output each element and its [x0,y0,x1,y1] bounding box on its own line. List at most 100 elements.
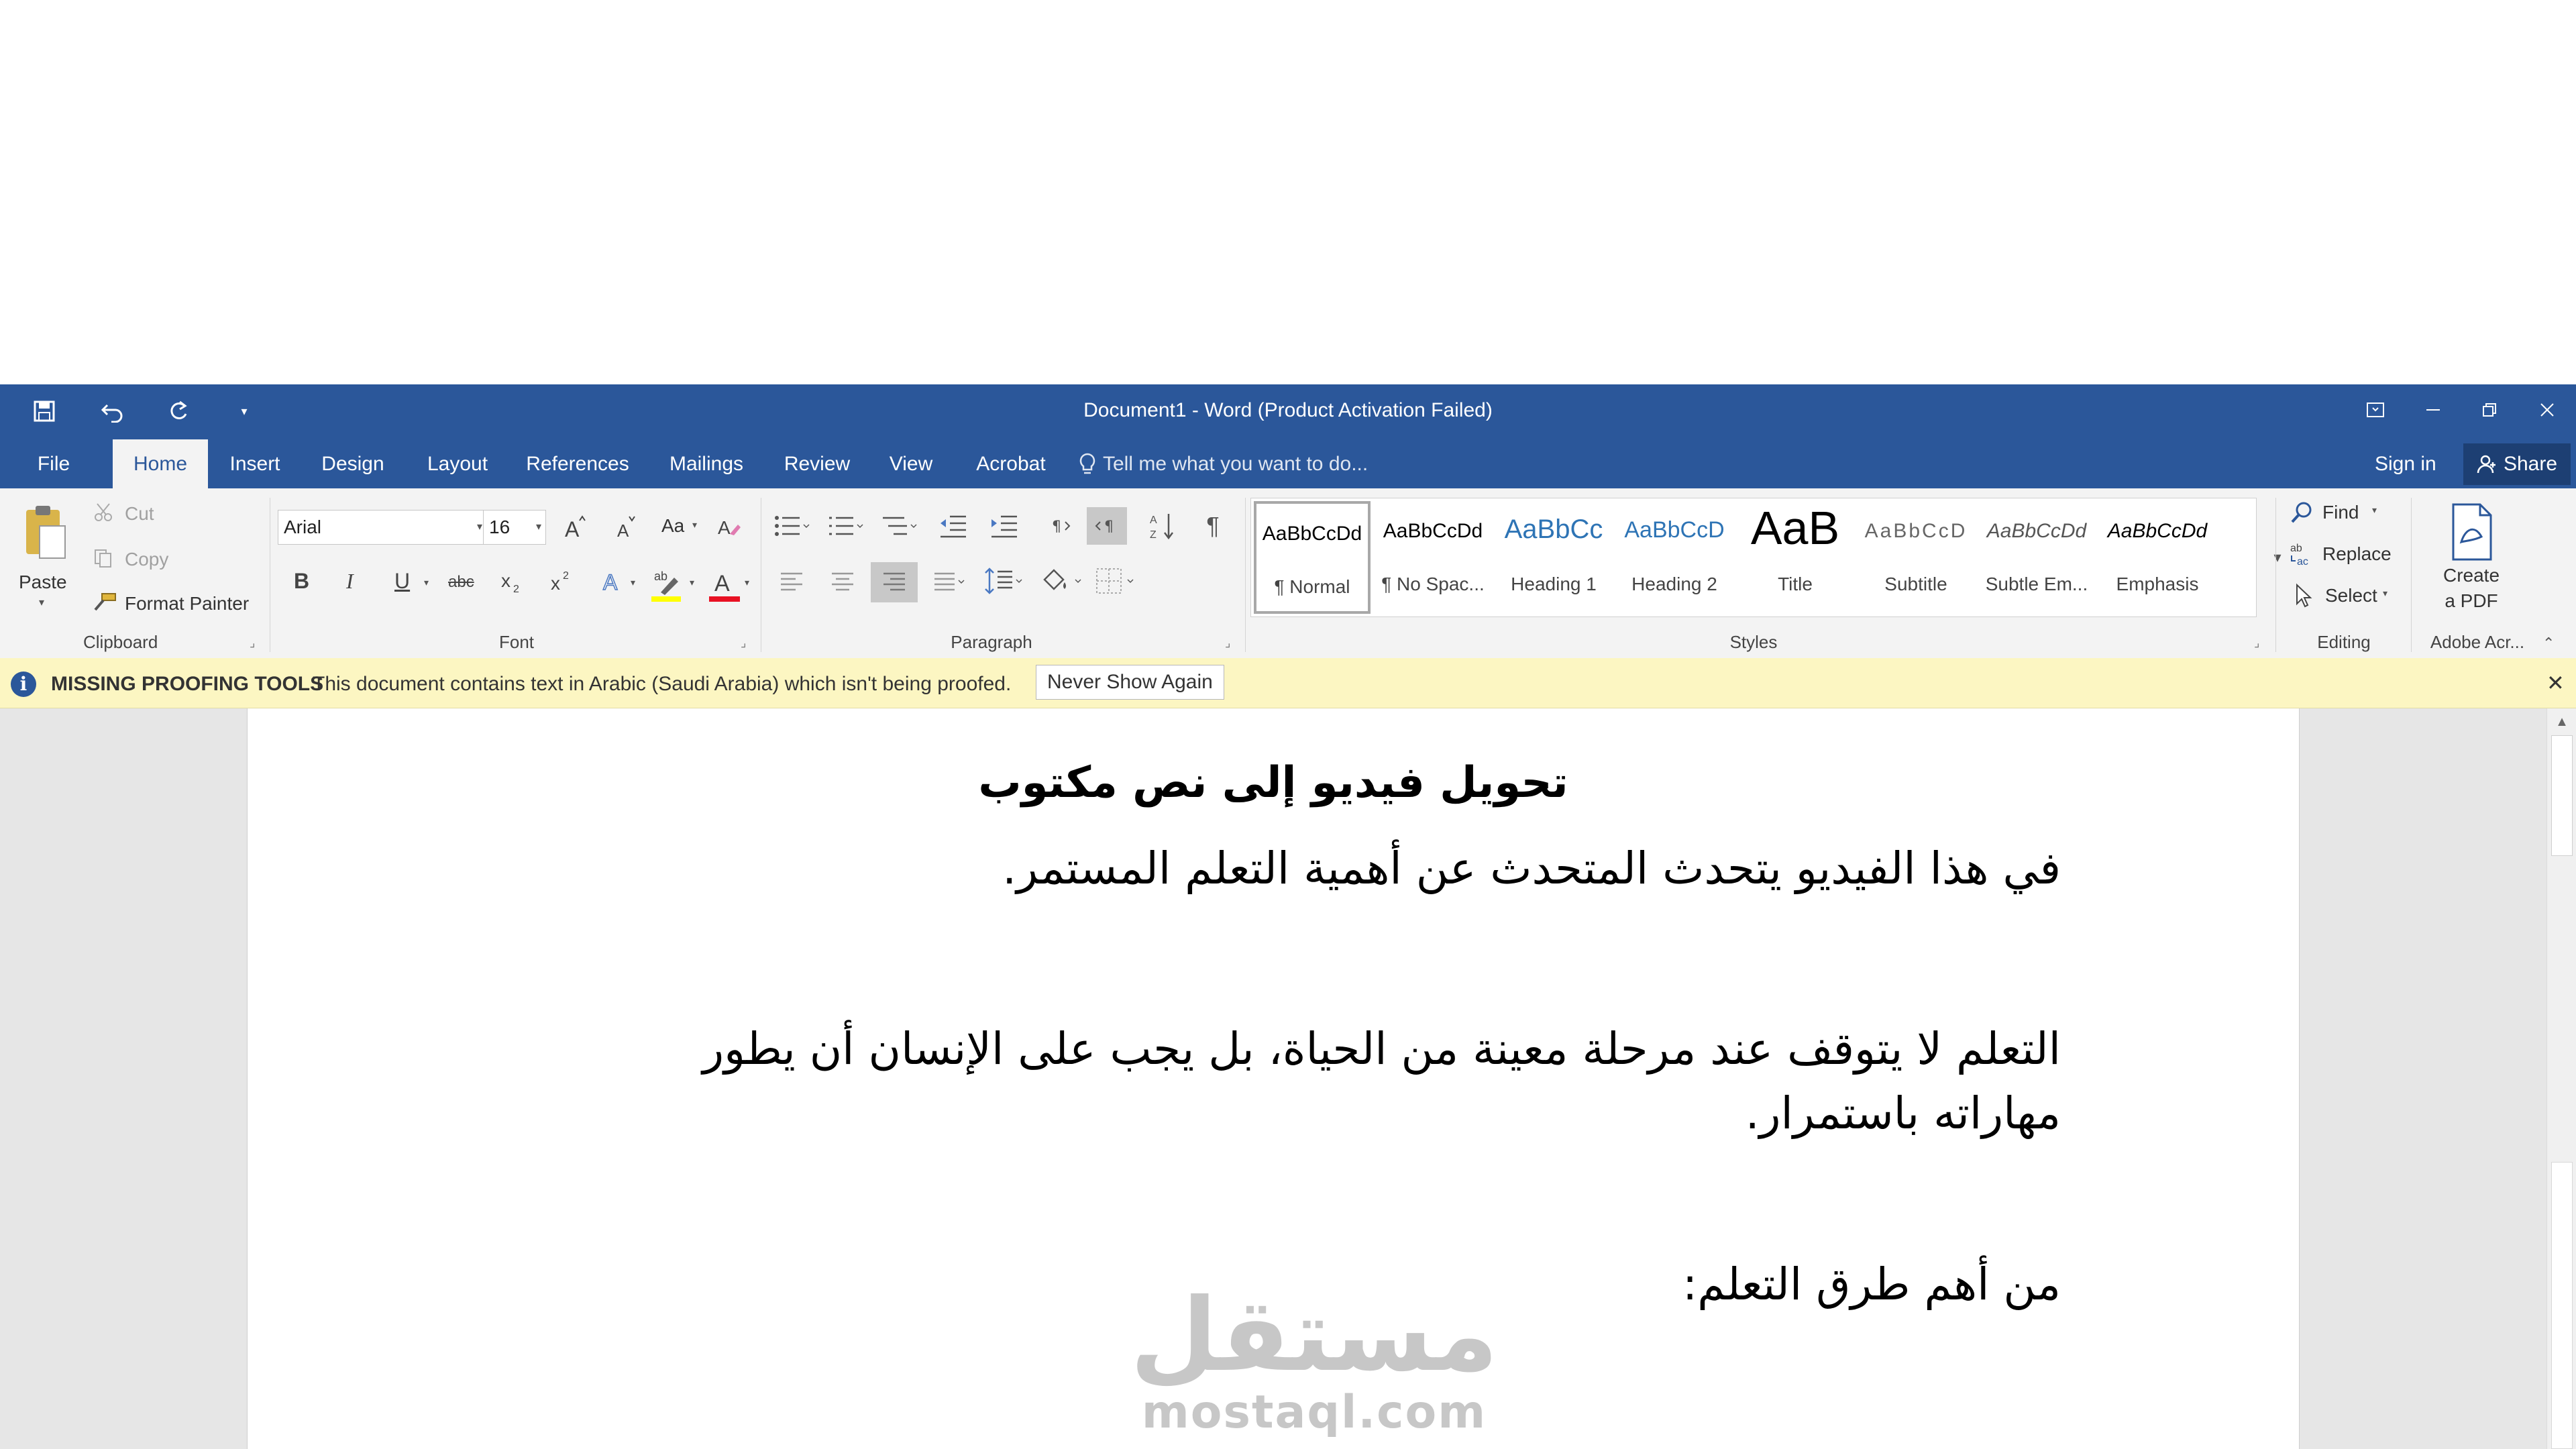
styles-launcher-icon[interactable]: ⌟ [2254,636,2265,649]
ribbon: Paste ▾ Cut Copy Format Painter Clipboar… [0,488,2576,659]
minimize-icon[interactable] [2410,390,2457,430]
style-title[interactable]: AaB Title [1737,501,1854,614]
find-button[interactable]: Find [2322,502,2359,523]
style-subtle-emphasis[interactable]: AaBbCcDd Subtle Em... [1978,501,2095,614]
style-heading-1[interactable]: AaBbCc Heading 1 [1495,501,1612,614]
bold-button[interactable]: B [294,569,309,594]
numbering-icon[interactable] [825,508,865,543]
superscript-icon[interactable]: x2 [546,565,580,598]
tab-review[interactable]: Review [774,439,860,488]
clipboard-launcher-icon[interactable]: ⌟ [250,636,260,649]
select-dropdown-icon[interactable]: ▾ [2383,588,2387,599]
justify-icon[interactable] [928,565,969,600]
paragraph-launcher-icon[interactable]: ⌟ [1225,636,1236,649]
select-button[interactable]: Select [2325,585,2377,606]
document-page[interactable]: تحويل فيديو إلى نص مكتوب في هذا الفيديو … [247,708,2300,1449]
tab-design[interactable]: Design [310,439,396,488]
bullets-icon[interactable] [771,508,812,543]
align-center-icon[interactable] [824,565,861,600]
shrink-font-icon[interactable]: A [608,510,643,545]
font-color-dropdown-icon[interactable]: ▾ [745,577,749,588]
select-cursor-icon [2290,581,2317,610]
tab-references[interactable]: References [519,439,636,488]
underline-dropdown-icon[interactable]: ▾ [424,577,429,588]
paste-icon[interactable] [19,502,72,562]
font-color-icon[interactable]: A [706,564,743,604]
close-message-bar-icon[interactable]: ✕ [2546,670,2565,696]
replace-button[interactable]: Replace [2322,543,2392,565]
change-case-dropdown-icon[interactable]: ▾ [692,519,697,531]
style-name: Heading 2 [1631,574,1717,594]
scroll-up-icon[interactable]: ▲ [2547,708,2576,735]
restore-icon[interactable] [2466,390,2513,430]
style-heading-2[interactable]: AaBbCcD Heading 2 [1616,501,1733,614]
find-dropdown-icon[interactable]: ▾ [2372,504,2377,516]
borders-icon[interactable] [1092,562,1139,600]
create-pdf-line2[interactable]: a PDF [2418,590,2525,612]
tab-acrobat[interactable]: Acrobat [961,439,1061,488]
text-effects-dropdown-icon[interactable]: ▾ [631,577,635,588]
show-hide-marks-icon[interactable]: ¶ [1195,508,1230,543]
svg-text:ab: ab [2290,543,2302,554]
tab-layout[interactable]: Layout [412,439,503,488]
text-effects-icon[interactable]: A [597,565,631,598]
clear-formatting-icon[interactable]: A [711,510,746,545]
subscript-icon[interactable]: x2 [496,565,530,598]
font-launcher-icon[interactable]: ⌟ [741,636,751,649]
svg-text:x: x [551,573,560,594]
tab-file[interactable]: File [20,439,87,488]
paste-label[interactable]: Paste [19,572,67,593]
document-paragraph-1[interactable]: في هذا الفيديو يتحدث المتحدث عن أهمية ال… [1002,843,2061,894]
tell-me-box[interactable]: Tell me what you want to do... [1079,439,1368,488]
ribbon-display-options-icon[interactable] [2352,390,2399,430]
sort-icon[interactable]: AZ [1144,508,1179,543]
style-no-spacing[interactable]: AaBbCcDd ¶ No Spac... [1375,501,1491,614]
format-painter-button[interactable]: Format Painter [125,593,249,614]
underline-button[interactable]: U [394,569,410,594]
decrease-indent-icon[interactable] [935,508,970,543]
scissors-icon [91,500,115,525]
increase-indent-icon[interactable] [986,508,1021,543]
scrollbar-track[interactable] [2551,1162,2573,1449]
multilevel-list-icon[interactable] [879,508,919,543]
shading-icon[interactable] [1038,562,1085,600]
ltr-direction-icon[interactable]: ¶ [1041,508,1076,543]
style-subtitle[interactable]: AaBbCcD Subtitle [1858,501,1974,614]
svg-text:Z: Z [1150,529,1157,541]
document-paragraph-3[interactable]: من أهم طرق التعلم: [1682,1258,2061,1310]
collapse-ribbon-icon[interactable]: ⌃ [2542,635,2555,652]
line-spacing-icon[interactable] [982,562,1026,600]
italic-button[interactable]: I [346,569,354,594]
paste-dropdown-icon[interactable]: ▾ [39,596,44,609]
align-left-icon[interactable] [773,565,810,600]
highlight-dropdown-icon[interactable]: ▾ [690,577,694,588]
watermark-latin: mostaql.com [1141,1386,1487,1439]
tab-view[interactable]: View [876,439,946,488]
share-button[interactable]: Share [2463,443,2571,485]
svg-text:A: A [565,517,580,541]
close-icon[interactable] [2524,390,2571,430]
cut-button[interactable]: Cut [125,503,154,525]
strikethrough-button[interactable]: abc [448,573,474,592]
highlight-icon[interactable]: ab [648,564,686,604]
create-pdf-icon[interactable] [2442,502,2502,562]
style-normal[interactable]: AaBbCcDd ¶ Normal [1254,501,1371,614]
align-right-icon[interactable] [871,562,918,602]
tab-home[interactable]: Home [113,439,208,488]
change-case-button[interactable]: Aa [661,515,684,537]
tab-insert[interactable]: Insert [219,439,291,488]
document-heading[interactable]: تحويل فيديو إلى نص مكتوب [248,758,2299,808]
vertical-scrollbar[interactable]: ▲ [2546,708,2576,1449]
tab-mailings[interactable]: Mailings [656,439,757,488]
document-paragraph-2[interactable]: التعلم لا يتوقف عند مرحلة معينة من الحيا… [585,1017,2061,1146]
scrollbar-thumb[interactable] [2551,735,2573,856]
copy-button[interactable]: Copy [125,549,168,570]
sign-in-link[interactable]: Sign in [2375,439,2436,488]
font-family-combo[interactable]: Arial ▾ [278,510,487,545]
rtl-direction-icon[interactable]: ¶ [1087,507,1127,545]
never-show-again-button[interactable]: Never Show Again [1036,665,1224,700]
grow-font-icon[interactable]: A [557,510,592,545]
style-emphasis[interactable]: AaBbCcDd Emphasis [2099,501,2216,614]
font-size-combo[interactable]: 16 ▾ [483,510,546,545]
create-pdf-line1[interactable]: Create [2418,565,2525,586]
